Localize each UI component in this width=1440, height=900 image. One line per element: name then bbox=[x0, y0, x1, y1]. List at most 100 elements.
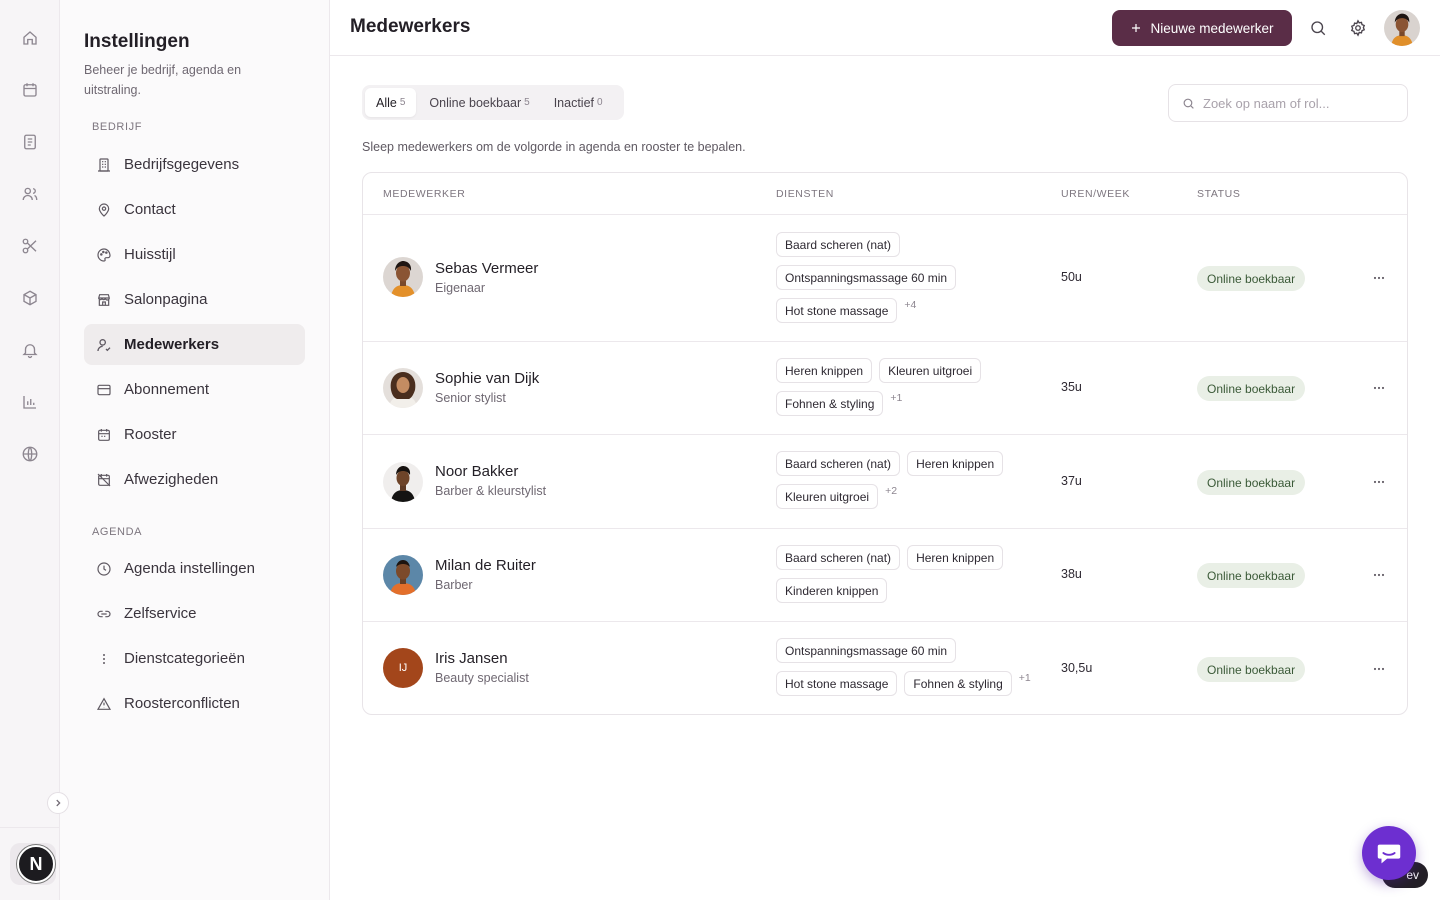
status-badge: Online boekbaar bbox=[1197, 470, 1306, 495]
chat-button[interactable] bbox=[1362, 826, 1416, 880]
new-employee-button[interactable]: Nieuwe medewerker bbox=[1112, 10, 1292, 46]
more-services-count[interactable]: +1 bbox=[890, 392, 902, 404]
table-row[interactable]: IJ Iris Jansen Beauty specialist Ontspan… bbox=[363, 622, 1407, 715]
status-badge: Online boekbaar bbox=[1197, 563, 1306, 588]
more-options-icon[interactable] bbox=[1367, 565, 1391, 585]
sidebar-item-label: Roosterconflicten bbox=[124, 695, 240, 712]
service-chip: Hot stone massage bbox=[776, 671, 898, 696]
sidebar-item-salonpagina[interactable]: Salonpagina bbox=[84, 279, 305, 320]
rail-footer: N bbox=[0, 827, 60, 900]
sidebar-item-label: Zelfservice bbox=[124, 605, 197, 622]
sidebar-item-label: Medewerkers bbox=[124, 336, 220, 353]
service-chip: Heren knippen bbox=[776, 358, 873, 383]
service-chip: Ontspanningsmassage 60 min bbox=[776, 265, 957, 290]
tab-count: 5 bbox=[524, 97, 530, 108]
tab-alle[interactable]: Alle 5 bbox=[365, 88, 417, 117]
sidebar-item-medewerkers[interactable]: Medewerkers bbox=[84, 324, 305, 365]
gear-icon[interactable] bbox=[1347, 17, 1369, 39]
user-icon bbox=[96, 337, 112, 353]
column-header: MEDEWERKER bbox=[383, 188, 466, 200]
settings-title: Instellingen bbox=[84, 31, 190, 52]
avatar bbox=[383, 368, 423, 408]
service-chip: Kinderen knippen bbox=[776, 578, 888, 603]
globe-icon[interactable] bbox=[18, 442, 42, 466]
service-chip: Baard scheren (nat) bbox=[776, 545, 901, 570]
service-chips: Baard scheren (nat) Heren knippen Kindere… bbox=[776, 545, 1056, 603]
service-chip: Fohnen & styling bbox=[776, 391, 884, 416]
service-chip: Hot stone massage bbox=[776, 298, 898, 323]
service-chip: Baard scheren (nat) bbox=[776, 232, 901, 257]
expand-rail-button[interactable] bbox=[47, 792, 69, 814]
employee-name: Sebas Vermeer bbox=[435, 260, 539, 277]
settings-sidebar: Instellingen Beheer je bedrijf, agenda e… bbox=[60, 0, 330, 900]
employee-name: Milan de Ruiter bbox=[435, 557, 536, 574]
users-icon[interactable] bbox=[18, 182, 42, 206]
calendar-off-icon bbox=[96, 472, 112, 488]
table-row[interactable]: Milan de Ruiter Barber Baard scheren (na… bbox=[363, 529, 1407, 622]
plus-icon bbox=[1132, 24, 1141, 32]
bell-icon[interactable] bbox=[18, 338, 42, 362]
section-label-bedrijf: BEDRIJF bbox=[92, 121, 143, 133]
sidebar-item-bedrijfsgegevens[interactable]: Bedrijfsgegevens bbox=[84, 144, 305, 185]
service-chip: Heren knippen bbox=[907, 451, 1004, 476]
service-chips: Heren knippen Kleuren uitgroei Fohnen & s… bbox=[776, 358, 1056, 416]
employee-role: Barber & kleurstylist bbox=[435, 484, 547, 498]
tab-inactief[interactable]: Inactief 0 bbox=[543, 88, 614, 117]
service-chips: Ontspanningsmassage 60 min Hot stone mas… bbox=[776, 638, 1056, 696]
document-icon[interactable] bbox=[18, 130, 42, 154]
service-chip: Ontspanningsmassage 60 min bbox=[776, 638, 957, 663]
scissors-icon[interactable] bbox=[18, 234, 42, 258]
search-icon[interactable] bbox=[1307, 17, 1329, 39]
sidebar-item-rooster[interactable]: Rooster bbox=[84, 414, 305, 455]
search-input[interactable] bbox=[1203, 95, 1393, 111]
bar-chart-icon[interactable] bbox=[18, 390, 42, 414]
tab-label: Online boekbaar bbox=[429, 95, 522, 110]
sidebar-item-label: Contact bbox=[124, 201, 176, 218]
sidebar-item-agenda-instellingen[interactable]: Agenda instellingen bbox=[84, 548, 305, 589]
employees-table: MEDEWERKER DIENSTEN UREN/WEEK STATUS Seb… bbox=[362, 172, 1408, 715]
hours-per-week: 38u bbox=[1061, 567, 1082, 581]
home-icon[interactable] bbox=[18, 26, 42, 50]
tab-online-boekbaar[interactable]: Online boekbaar 5 bbox=[418, 88, 540, 117]
more-services-count[interactable]: +2 bbox=[885, 485, 897, 497]
page-title: Medewerkers bbox=[350, 16, 471, 37]
credit-card-icon bbox=[96, 382, 112, 398]
warning-icon bbox=[96, 696, 112, 712]
sidebar-item-huisstijl[interactable]: Huisstijl bbox=[84, 234, 305, 275]
avatar bbox=[383, 555, 423, 595]
avatar bbox=[383, 462, 423, 502]
table-row[interactable]: Sebas Vermeer Eigenaar Baard scheren (na… bbox=[363, 215, 1407, 342]
sidebar-item-dienstcategorieen[interactable]: Dienstcategorieën bbox=[84, 638, 305, 679]
more-services-count[interactable]: +4 bbox=[904, 299, 916, 311]
clock-icon bbox=[96, 561, 112, 577]
workspace-switcher[interactable]: N bbox=[10, 843, 56, 885]
calendar-icon[interactable] bbox=[18, 78, 42, 102]
sidebar-item-abonnement[interactable]: Abonnement bbox=[84, 369, 305, 410]
more-options-icon[interactable] bbox=[1367, 268, 1391, 288]
package-icon[interactable] bbox=[18, 286, 42, 310]
new-employee-label: Nieuwe medewerker bbox=[1150, 20, 1274, 36]
storefront-icon bbox=[96, 292, 112, 308]
sidebar-item-zelfservice[interactable]: Zelfservice bbox=[84, 593, 305, 634]
section-label-agenda: AGENDA bbox=[92, 526, 143, 538]
table-row[interactable]: Sophie van Dijk Senior stylist Heren kni… bbox=[363, 342, 1407, 435]
app-rail: N bbox=[0, 0, 60, 900]
status-badge: Online boekbaar bbox=[1197, 266, 1306, 291]
more-options-icon[interactable] bbox=[1367, 378, 1391, 398]
employee-role: Senior stylist bbox=[435, 391, 506, 405]
table-row[interactable]: Noor Bakker Barber & kleurstylist Baard … bbox=[363, 435, 1407, 529]
location-pin-icon bbox=[96, 202, 112, 218]
sidebar-item-label: Afwezigheden bbox=[124, 471, 219, 488]
sidebar-item-label: Bedrijfsgegevens bbox=[124, 156, 240, 173]
more-options-icon[interactable] bbox=[1367, 659, 1391, 679]
sidebar-item-label: Agenda instellingen bbox=[124, 560, 255, 577]
sidebar-item-roosterconflicten[interactable]: Roosterconflicten bbox=[84, 683, 305, 724]
sidebar-item-label: Abonnement bbox=[124, 381, 210, 398]
sidebar-item-afwezigheden[interactable]: Afwezigheden bbox=[84, 459, 305, 500]
tab-count: 0 bbox=[597, 97, 603, 108]
user-avatar[interactable] bbox=[1384, 10, 1420, 46]
more-services-count[interactable]: +1 bbox=[1019, 672, 1031, 684]
sidebar-item-contact[interactable]: Contact bbox=[84, 189, 305, 230]
workspace-logo: N bbox=[17, 845, 55, 883]
more-options-icon[interactable] bbox=[1367, 472, 1391, 492]
